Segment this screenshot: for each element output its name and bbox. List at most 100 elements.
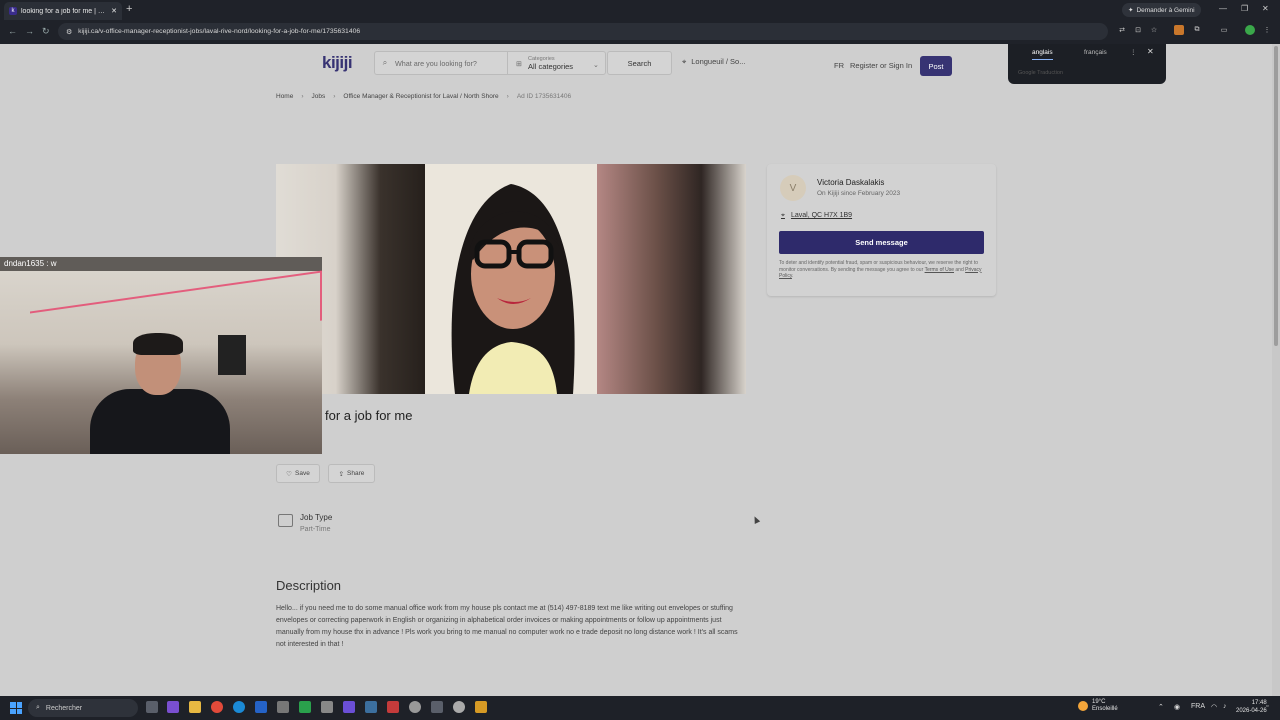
close-icon[interactable]: ✕ (1147, 47, 1154, 56)
window-close-icon[interactable]: ✕ (1262, 4, 1269, 13)
search-button[interactable]: Search (607, 51, 672, 75)
location-label: Longueuil / So... (691, 57, 746, 66)
gemini-button[interactable]: ✦ Demander à Gemini (1122, 3, 1201, 17)
steam-icon[interactable] (365, 701, 377, 713)
task-view-icon[interactable] (146, 701, 158, 713)
heart-icon: ♡ (286, 470, 292, 478)
language-toggle[interactable]: FR (834, 61, 844, 70)
app-icon[interactable] (475, 701, 487, 713)
network-icon[interactable]: ◉ (1174, 703, 1180, 711)
breadcrumb-category[interactable]: Office Manager & Receptionist for Laval … (343, 93, 498, 100)
search-icon: ⌕ (382, 58, 388, 67)
message-disclaimer: To deter and identify potential fraud, s… (779, 260, 984, 280)
tab-title: looking for a job for me | Office (21, 7, 108, 15)
briefcase-icon (278, 514, 293, 527)
app-icon[interactable] (387, 701, 399, 713)
clock-date: 2026-04-26 (1236, 708, 1267, 714)
extension-icon[interactable] (1174, 25, 1184, 35)
restore-icon[interactable]: ❐ (1241, 4, 1248, 13)
location-selector[interactable]: ⌖ Longueuil / So... (682, 57, 745, 67)
back-icon[interactable]: ← (8, 26, 17, 36)
category-value: All categories (528, 61, 574, 71)
gallery-blurred-right (597, 164, 746, 394)
new-tab-button[interactable]: + (126, 3, 132, 15)
clock[interactable]: 17:48 2026-04-26 (1236, 699, 1267, 715)
search-input[interactable]: What are you looking for? (395, 59, 507, 68)
save-label: Save (295, 470, 310, 477)
reload-icon[interactable]: ↻ (42, 26, 50, 37)
breadcrumb-home[interactable]: Home (276, 93, 293, 100)
tab-close-icon[interactable]: ✕ (111, 7, 117, 15)
photo-gallery[interactable] (276, 164, 746, 394)
category-select[interactable]: ⊞ Categories All categories ⌄ (507, 52, 605, 74)
volume-icon[interactable]: ♪ (1223, 703, 1227, 710)
seller-name[interactable]: Victoria Daskalakis (817, 178, 884, 187)
mail-icon[interactable] (255, 701, 267, 713)
settings-icon[interactable] (277, 701, 289, 713)
obs-icon[interactable] (409, 701, 421, 713)
more-options-icon[interactable]: ⋮ (1130, 48, 1137, 56)
copilot-icon[interactable] (167, 701, 179, 713)
post-ad-button[interactable]: Post (920, 56, 952, 76)
weather-widget[interactable]: 19°C Ensoleillé (1078, 699, 1118, 713)
discord-icon[interactable] (343, 701, 355, 713)
share-button[interactable]: ⇪ Share (328, 464, 375, 483)
page-scrollbar[interactable] (1272, 44, 1280, 696)
scrollbar-thumb[interactable] (1274, 46, 1278, 346)
save-button[interactable]: ♡ Save (276, 464, 320, 483)
wifi-icon[interactable]: ◠ (1211, 703, 1217, 711)
browser-tab-bar: k looking for a job for me | Office ✕ + … (0, 0, 1280, 20)
seller-location-text: Laval, QC H7X 1B9 (790, 212, 853, 219)
translate-option-french[interactable]: français (1084, 49, 1107, 56)
translate-option-english[interactable]: anglais (1032, 49, 1053, 60)
tray-chevron-icon[interactable]: ⌃ (1158, 703, 1164, 711)
seller-avatar[interactable]: V (780, 175, 806, 201)
menu-dots-icon[interactable]: ⋮ (1262, 25, 1272, 35)
side-panel-icon[interactable]: ▭ (1219, 25, 1229, 35)
terms-link[interactable]: Terms of Use (925, 267, 954, 273)
install-icon[interactable]: ⊡ (1133, 25, 1143, 35)
job-type-label: Job Type (300, 513, 333, 522)
file-explorer-icon[interactable] (189, 701, 201, 713)
url-bar[interactable]: ⚙ kijiji.ca/v-office-manager-receptionis… (58, 23, 1108, 40)
webcam-overlay: dndan1635 : w (0, 257, 322, 454)
translate-icon[interactable]: ⇄ (1117, 25, 1127, 35)
windows-start-icon[interactable] (10, 702, 22, 714)
taskbar-search[interactable]: ⌕ Rechercher (28, 699, 138, 717)
chrome-icon[interactable] (211, 701, 223, 713)
sun-icon (1078, 701, 1088, 711)
google-translate-brand: Google Traduction (1018, 70, 1063, 76)
gemini-label: Demander à Gemini (1136, 6, 1195, 14)
browser-tab[interactable]: k looking for a job for me | Office ✕ (4, 2, 122, 20)
description-text: Hello... if you need me to do some manua… (276, 605, 738, 648)
profile-avatar-icon[interactable] (1245, 25, 1255, 35)
ad-main-photo[interactable] (425, 164, 597, 394)
register-signin-link[interactable]: Register or Sign In (850, 61, 912, 70)
bookmark-star-icon[interactable]: ☆ (1149, 25, 1159, 35)
category-grid-icon: ⊞ (516, 58, 523, 68)
extensions-puzzle-icon[interactable]: ⧉ (1192, 25, 1202, 35)
streamer (90, 331, 230, 454)
app-icon[interactable] (453, 701, 465, 713)
job-type-value: Part-Time (300, 526, 331, 533)
breadcrumb-ad-id: Ad ID 1735631406 (516, 93, 572, 100)
location-pin-icon: ⌖ (781, 212, 785, 219)
breadcrumb-jobs[interactable]: Jobs (312, 93, 326, 100)
kijiji-favicon-icon: k (9, 7, 17, 15)
keyboard-language[interactable]: FRA (1191, 703, 1205, 710)
site-info-icon[interactable]: ⚙ (66, 28, 72, 36)
edge-icon[interactable] (233, 701, 245, 713)
calculator-icon[interactable] (321, 701, 333, 713)
kijiji-logo[interactable]: kijiji (322, 53, 353, 73)
forward-icon[interactable]: → (25, 26, 34, 36)
url-text: kijiji.ca/v-office-manager-receptionist-… (78, 28, 361, 35)
xbox-icon[interactable] (299, 701, 311, 713)
send-message-button[interactable]: Send message (779, 231, 984, 254)
breadcrumb-separator-icon: › (506, 93, 509, 100)
minimize-icon[interactable]: — (1219, 4, 1227, 13)
app-icon[interactable] (431, 701, 443, 713)
address-bar-row: ← → ↻ ⚙ kijiji.ca/v-office-manager-recep… (0, 20, 1280, 44)
mouse-cursor-icon (751, 515, 761, 524)
seller-location[interactable]: ⌖ Laval, QC H7X 1B9 (781, 212, 852, 220)
notifications-icon[interactable]: ▫ (1266, 703, 1268, 710)
